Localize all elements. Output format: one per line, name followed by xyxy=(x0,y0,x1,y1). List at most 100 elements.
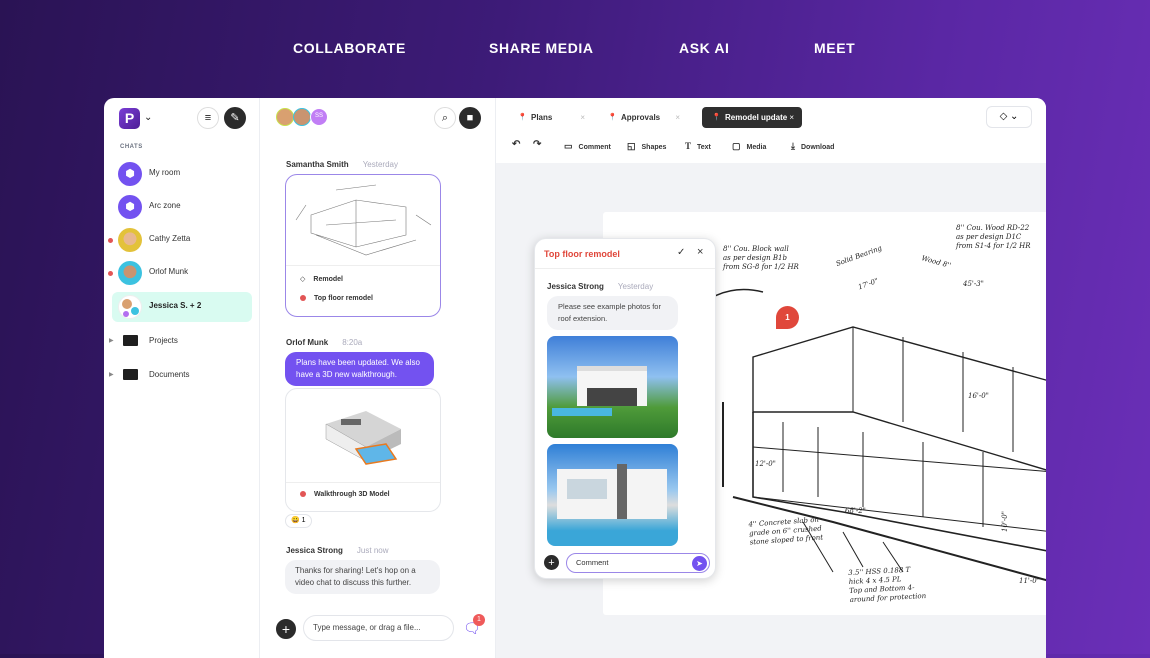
avatar: SS xyxy=(310,108,328,126)
chat-panel: SS ⌕ ■ Samantha Smith Yesterday ◇ Remodel … xyxy=(260,98,496,658)
sidebar-item-label: Arc zone xyxy=(149,201,181,210)
unread-dot xyxy=(108,271,113,276)
attachment-card-remodel[interactable]: ◇ Remodel Top floor remodel xyxy=(285,174,441,317)
notification-badge: 1 xyxy=(473,614,485,626)
comment-icon: ▭ xyxy=(564,141,573,151)
house-photo-1[interactable] xyxy=(547,336,678,438)
tab-approvals[interactable]: 📍 Approvals × xyxy=(598,107,688,128)
attachment-title: Walkthrough 3D Model xyxy=(300,491,390,498)
comment-title: Top floor remodel xyxy=(544,249,620,259)
annotation: 8'' Cou. Wood RD-22 as per design D1C fr… xyxy=(956,224,1031,250)
expand-caret-icon[interactable]: ▶ xyxy=(109,337,114,344)
resolve-check-icon[interactable]: ✓ xyxy=(677,247,685,258)
avatar xyxy=(293,108,311,126)
search-button[interactable]: ⌕ xyxy=(434,107,456,129)
shapes-icon: ◱ xyxy=(627,141,636,151)
comment-marker[interactable]: 1 xyxy=(776,306,799,329)
annotation: 10'-0" xyxy=(1000,511,1009,532)
cube-icon: ⬢ xyxy=(118,195,142,219)
sidebar-item-my-room[interactable]: ⬢ My room xyxy=(112,159,252,189)
close-icon: × xyxy=(580,113,585,122)
pin-icon: 📍 xyxy=(712,114,721,121)
comment-input[interactable]: Comment xyxy=(566,553,710,573)
cube-icon: ⬢ xyxy=(118,162,142,186)
sidebar-item-jessica-group[interactable]: Jessica S. + 2 xyxy=(112,292,252,322)
unread-dot xyxy=(108,238,113,243)
undo-button[interactable]: ↶ xyxy=(512,139,520,150)
message-bubble: Plans have been updated. We also have a … xyxy=(285,352,434,386)
folder-projects[interactable]: Projects xyxy=(149,336,178,345)
top-navigation: COLLABORATE SHARE MEDIA ASK AI MEET xyxy=(0,40,1150,60)
reaction-badge[interactable]: 😀 1 xyxy=(285,514,312,528)
canvas-toolbar: 📍 Plans × 📍 Approvals × 📍 Remodel update × ◇ ⌄… xyxy=(496,98,1046,163)
expand-caret-icon[interactable]: ▶ xyxy=(109,371,114,378)
sidebar-item-label: Jessica S. + 2 xyxy=(149,301,202,310)
message-input[interactable]: Type message, or drag a file... xyxy=(303,615,454,641)
annotation: 4'' Concrete slab on grade on 6'' crushe… xyxy=(748,515,824,547)
folder-documents[interactable]: Documents xyxy=(149,370,189,379)
download-icon: ⤓ xyxy=(791,141,795,151)
send-button[interactable]: ➤ xyxy=(692,556,707,571)
annotation: 11'-0" xyxy=(1019,577,1040,585)
group-avatar xyxy=(118,295,142,319)
sidebar-item-cathy-zetta[interactable]: Cathy Zetta xyxy=(108,225,252,255)
house-photo-2[interactable] xyxy=(547,444,678,546)
shapes-tool[interactable]: ◱ Shapes xyxy=(627,141,666,152)
video-call-button[interactable]: ■ xyxy=(459,107,481,129)
media-icon: ▢ xyxy=(732,141,741,151)
annotation: 3.5'' HSS 0.188 T hick 4 x 4.5 PL Top an… xyxy=(848,565,927,604)
close-icon: × xyxy=(789,113,794,122)
tag-icon: ◇ xyxy=(300,276,306,283)
app-logo[interactable]: P xyxy=(119,108,140,129)
folder-icon xyxy=(123,369,138,380)
annotation: 45'-3" xyxy=(963,280,984,288)
status-dot xyxy=(300,491,306,498)
close-icon[interactable]: × xyxy=(697,246,703,258)
close-icon: × xyxy=(675,113,680,122)
sidebar-item-label: Orlof Munk xyxy=(149,267,189,276)
message-bubble: Thanks for sharing! Let's hop on a video… xyxy=(285,560,440,594)
nav-collaborate[interactable]: COLLABORATE xyxy=(293,40,406,56)
comment-popup: Top floor remodel ✓ × Jessica Strong Yest… xyxy=(534,238,716,579)
nav-ask-ai[interactable]: ASK AI xyxy=(679,40,730,56)
comment-tool[interactable]: ▭ Comment xyxy=(564,141,611,152)
tab-remodel-update[interactable]: 📍 Remodel update × xyxy=(702,107,802,128)
message-header: Samantha Smith Yesterday xyxy=(286,160,398,169)
annotation: 68'-2" xyxy=(845,507,866,515)
nav-meet[interactable]: MEET xyxy=(814,40,855,56)
download-tool[interactable]: ⤓ Download xyxy=(791,141,834,152)
sidebar-item-orlof-munk[interactable]: Orlof Munk xyxy=(108,258,252,288)
pin-icon: 📍 xyxy=(518,114,527,121)
blueprint-thumbnail xyxy=(295,184,432,256)
redo-button[interactable]: ↷ xyxy=(533,139,541,150)
nav-share-media[interactable]: SHARE MEDIA xyxy=(489,40,594,56)
status-dot xyxy=(300,295,306,302)
sidebar: P ⌄ ≡ ✎ CHATS ⬢ My room ⬢ Arc zone Cathy Z… xyxy=(104,98,260,658)
avatar xyxy=(276,108,294,126)
tag-dropdown[interactable]: ◇ ⌄ xyxy=(986,106,1032,128)
comment-bubble: Please see example photos for roof exten… xyxy=(547,296,678,330)
avatar xyxy=(118,261,142,285)
pin-icon: 📍 xyxy=(608,114,617,121)
media-tool[interactable]: ▢ Media xyxy=(732,141,766,152)
compose-button[interactable]: ✎ xyxy=(224,107,246,129)
attachment-card-3d-model[interactable]: Walkthrough 3D Model xyxy=(285,388,441,512)
chats-section-label: CHATS xyxy=(120,144,143,150)
sidebar-item-arc-zone[interactable]: ⬢ Arc zone xyxy=(112,192,252,222)
chevron-down-icon: ⌄ xyxy=(1010,111,1019,122)
add-attachment-button[interactable]: + xyxy=(276,619,296,639)
attachment-title: Top floor remodel xyxy=(300,295,373,302)
annotation: 16'-0" xyxy=(968,392,989,400)
comment-header: Jessica Strong Yesterday xyxy=(547,282,654,291)
add-attachment-button[interactable]: + xyxy=(544,555,559,570)
tag-row: ◇ Remodel xyxy=(300,276,343,283)
tag-icon: ◇ xyxy=(999,111,1008,122)
tab-plans[interactable]: 📍 Plans × xyxy=(508,107,593,128)
sidebar-item-label: Cathy Zetta xyxy=(149,234,191,243)
new-list-button[interactable]: ≡ xyxy=(197,107,219,129)
sidebar-item-label: My room xyxy=(149,168,181,177)
message-header: Orlof Munk 8:20a xyxy=(286,338,363,347)
text-tool[interactable]: T Text xyxy=(685,141,711,151)
chevron-down-icon[interactable]: ⌄ xyxy=(144,112,152,123)
avatar xyxy=(118,228,142,252)
